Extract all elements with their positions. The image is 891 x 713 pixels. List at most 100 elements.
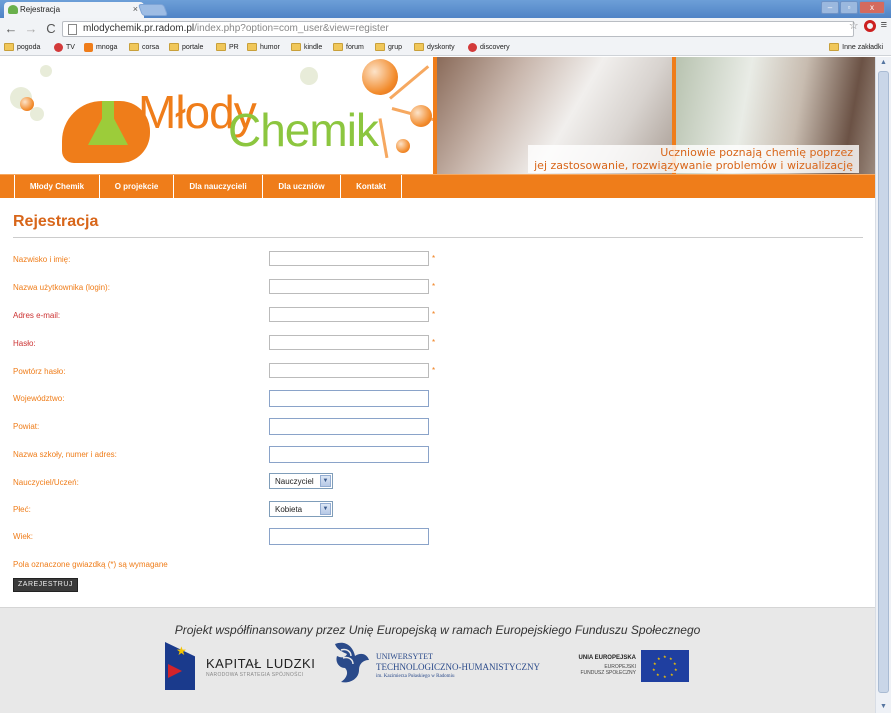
page-content: Młody Chemik Uczniowie poznają chemię po…: [0, 57, 875, 713]
site-footer: Projekt współfinansowany przez Unię Euro…: [0, 607, 875, 713]
bookmarks-bar: pogoda TV mnoga corsa portale PR humor k…: [0, 40, 891, 56]
menu-item-dla-uczniow[interactable]: Dla uczniów: [262, 175, 340, 199]
password-repeat-input[interactable]: [269, 363, 429, 378]
eu-fund-line-2: FUNDUSZ SPOŁECZNY: [580, 670, 636, 676]
county-input[interactable]: [269, 418, 429, 435]
folder-icon: [375, 43, 385, 51]
bookmark-mnoga[interactable]: mnoga: [84, 43, 117, 52]
nav-buttons: ← → C: [4, 21, 58, 36]
bookmark-kindle[interactable]: kindle: [291, 43, 322, 51]
folder-icon: [829, 43, 840, 51]
full-name-input[interactable]: [269, 251, 429, 266]
footer-cofinancing-text: Projekt współfinansowany przez Unię Euro…: [174, 623, 701, 637]
address-bar[interactable]: mlodychemik.pr.radom.pl/index.php?option…: [62, 21, 854, 37]
molecule-bond: [378, 118, 389, 159]
bookmark-forum[interactable]: forum: [333, 43, 364, 51]
folder-icon: [247, 43, 257, 51]
site-banner: Młody Chemik Uczniowie poznają chemię po…: [0, 57, 875, 174]
other-bookmarks[interactable]: Inne zakładki: [829, 43, 883, 51]
bookmark-grup[interactable]: grup: [375, 43, 402, 51]
bookmark-pr[interactable]: PR: [216, 43, 239, 51]
required-star: *: [432, 282, 436, 291]
gender-select[interactable]: Kobieta ▼: [269, 501, 333, 517]
molecule-atom: [362, 59, 398, 95]
label-school: Nazwa szkoły, numer i adres:: [13, 450, 117, 459]
eu-flag-icon: ★ ★ ★ ★ ★ ★ ★ ★ ★ ★: [641, 650, 689, 682]
bookmark-label: portale: [182, 43, 204, 51]
age-input[interactable]: [269, 528, 429, 545]
register-button[interactable]: ZAREJESTRUJ: [13, 578, 78, 592]
folder-icon: [169, 43, 179, 51]
kapital-ludzki-star-icon: ★: [176, 644, 187, 658]
bookmark-label: discovery: [480, 44, 510, 51]
menu-item-kontakt[interactable]: Kontakt: [340, 175, 402, 199]
chevron-down-icon: ▼: [320, 503, 331, 515]
label-voivodeship: Województwo:: [13, 394, 65, 403]
scroll-down-icon[interactable]: ▼: [878, 702, 889, 712]
forward-icon[interactable]: →: [24, 21, 38, 36]
password-input[interactable]: [269, 335, 429, 350]
banner-tagline: Uczniowie poznają chemię poprzez jej zas…: [528, 145, 859, 173]
page-icon: [68, 24, 77, 35]
menu-item-mlody-chemik[interactable]: Młody Chemik: [14, 175, 99, 199]
bookmark-star-icon[interactable]: ☆: [849, 19, 859, 32]
menu-icon[interactable]: ≡: [881, 19, 887, 32]
reload-icon[interactable]: C: [44, 21, 58, 36]
university-name-2: TECHNOLOGICZNO-HUMANISTYCZNY: [376, 662, 540, 672]
tab-close-icon[interactable]: ×: [133, 4, 138, 14]
bookmark-label: PR: [229, 43, 239, 51]
browser-toolbar: ← → C mlodychemik.pr.radom.pl/index.php?…: [0, 18, 891, 40]
label-gender: Płeć:: [13, 505, 31, 514]
close-window-icon[interactable]: x: [859, 1, 885, 14]
bookmark-corsa[interactable]: corsa: [129, 43, 159, 51]
required-star: *: [432, 310, 436, 319]
bookmark-humor[interactable]: humor: [247, 43, 280, 51]
molecule-atom: [20, 97, 34, 111]
tab-rejestracja[interactable]: Rejestracja ×: [4, 2, 144, 18]
menu-item-dla-nauczycieli[interactable]: Dla nauczycieli: [173, 175, 262, 199]
label-full-name: Nazwisko i imię:: [13, 255, 71, 264]
role-select[interactable]: Nauczyciel ▼: [269, 473, 333, 489]
bookmark-label: corsa: [142, 43, 160, 51]
label-email: Adres e-mail:: [13, 311, 61, 320]
email-input[interactable]: [269, 307, 429, 322]
bookmark-label: mnoga: [96, 44, 118, 51]
bookmark-tv[interactable]: TV: [54, 43, 75, 52]
voivodeship-input[interactable]: [269, 390, 429, 407]
bookmark-dyskonty[interactable]: dyskonty: [414, 43, 455, 51]
opera-extension-icon[interactable]: [863, 20, 876, 32]
molecule-atom: [410, 105, 432, 127]
scroll-thumb[interactable]: [878, 71, 889, 693]
menu-item-o-projekcie[interactable]: O projekcie: [99, 175, 173, 199]
username-input[interactable]: [269, 279, 429, 294]
label-password: Hasło:: [13, 339, 36, 348]
bookmark-pogoda[interactable]: pogoda: [4, 43, 40, 51]
bookmark-label: dyskonty: [427, 43, 455, 51]
label-username: Nazwa użytkownika (login):: [13, 283, 110, 292]
back-icon[interactable]: ←: [4, 21, 18, 36]
logo-text-chemik[interactable]: Chemik: [228, 103, 379, 157]
molecule-atom: [396, 139, 410, 153]
school-input[interactable]: [269, 446, 429, 463]
required-star: *: [432, 254, 436, 263]
folder-icon: [129, 43, 139, 51]
vertical-scrollbar[interactable]: ▲ ▼: [875, 57, 891, 713]
bookmark-label: forum: [346, 43, 364, 51]
kapital-ludzki-subtitle: NARODOWA STRATEGIA SPÓJNOŚCI: [206, 672, 304, 678]
role-selected-value: Nauczyciel: [275, 477, 314, 486]
gender-selected-value: Kobieta: [275, 505, 303, 514]
bookmark-discovery[interactable]: discovery: [468, 43, 510, 52]
url-path: /index.php?option=com_user&view=register: [194, 23, 389, 34]
label-role: Nauczyciel/Uczeń:: [13, 478, 79, 487]
restore-icon[interactable]: ▫: [840, 1, 858, 14]
decor-bubble: [30, 107, 44, 121]
tab-title: Rejestracja: [20, 5, 61, 14]
new-tab-button[interactable]: [137, 4, 169, 16]
university-eagle-icon: [335, 642, 369, 683]
bookmark-portale[interactable]: portale: [169, 43, 203, 51]
folder-icon: [414, 43, 424, 51]
tagline-line-2: jej zastosowanie, rozwiązywanie problemó…: [534, 159, 853, 172]
scroll-up-icon[interactable]: ▲: [878, 58, 889, 68]
url-host: mlodychemik.pr.radom.pl: [83, 23, 195, 34]
minimize-icon[interactable]: –: [821, 1, 839, 14]
